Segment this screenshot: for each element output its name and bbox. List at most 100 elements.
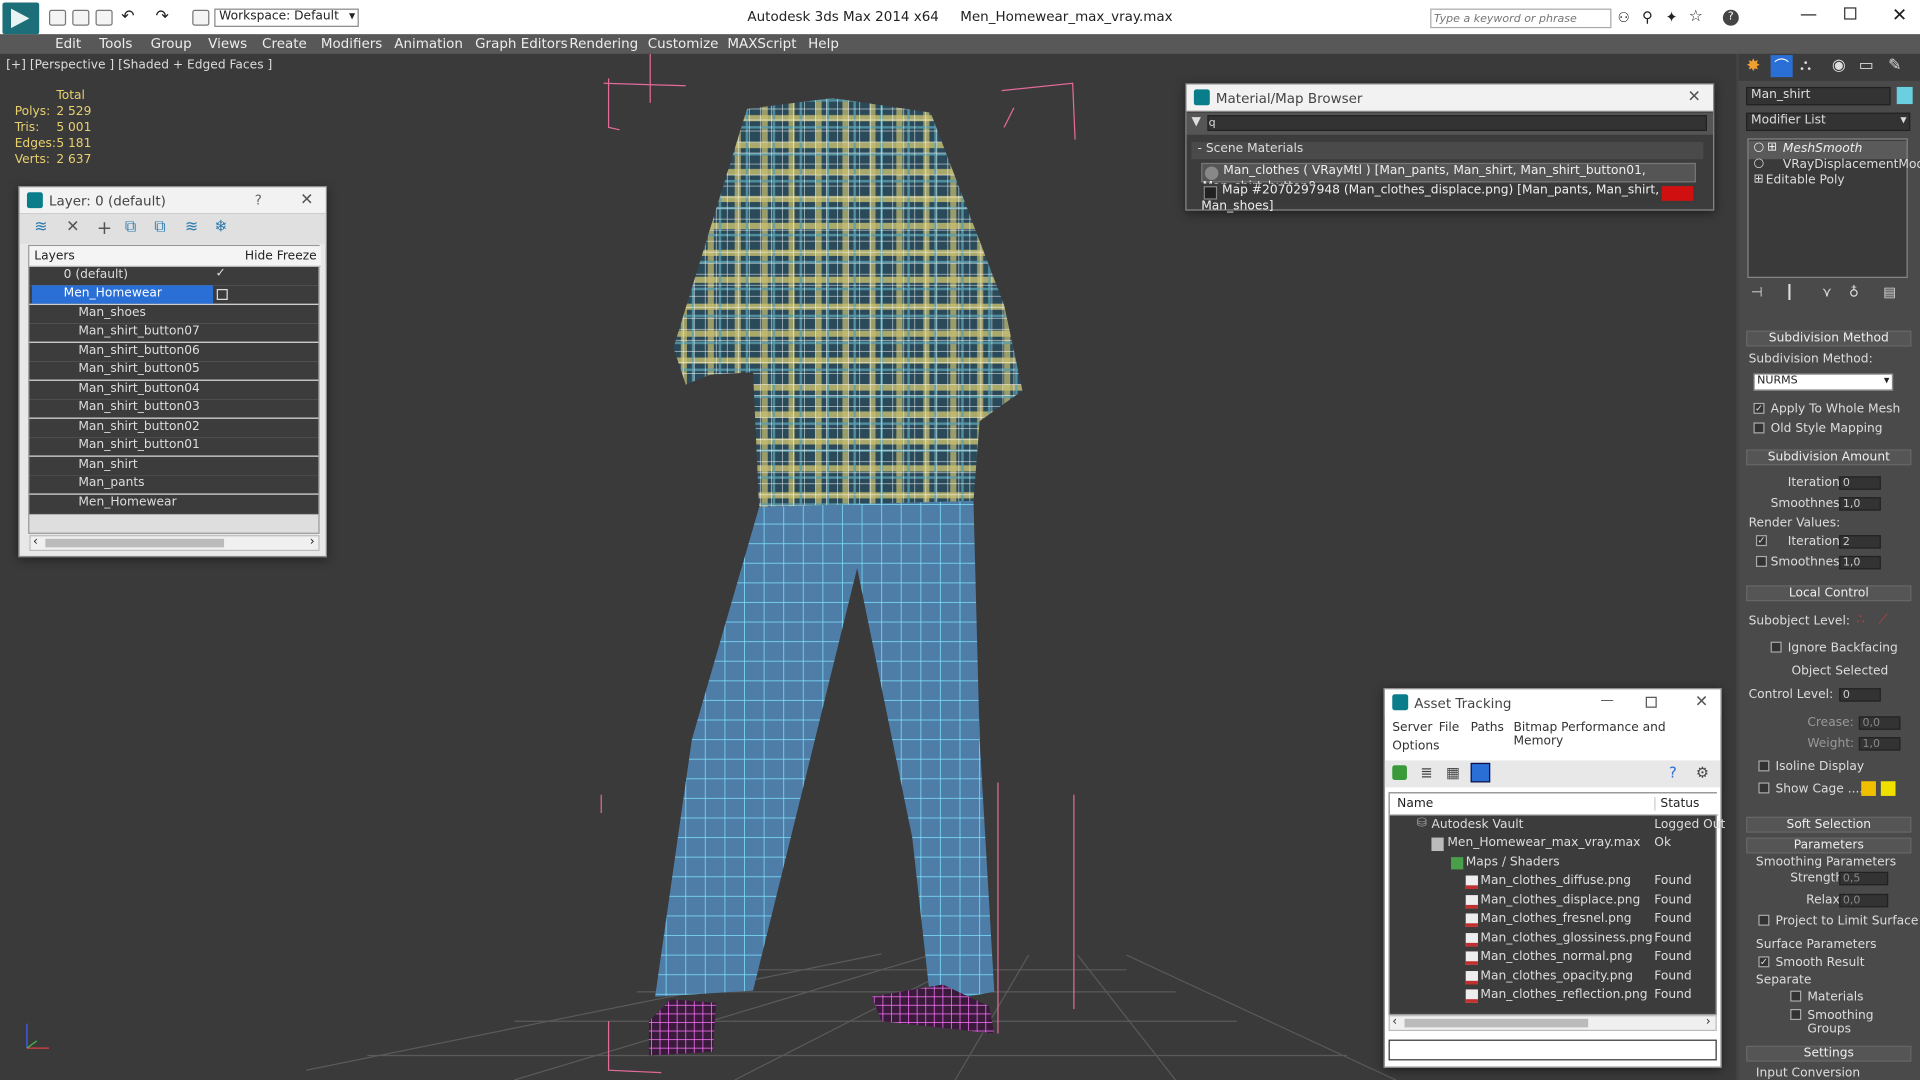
modify-tab-icon[interactable]: ⌒ xyxy=(1770,55,1793,78)
communication-icon[interactable]: ✦ xyxy=(1665,9,1677,26)
menu-views[interactable]: Views xyxy=(208,36,247,52)
asset-row[interactable]: ⛁ Autodesk Vault Logged Out xyxy=(1390,817,1726,835)
smooth-result-checkbox[interactable]: ✓ xyxy=(1758,956,1770,968)
add-to-layer-icon[interactable]: + xyxy=(97,217,112,239)
layer-active-toggle[interactable] xyxy=(216,288,228,301)
asset-path-field[interactable] xyxy=(1388,1039,1717,1061)
minimize-icon[interactable]: — xyxy=(1800,5,1817,25)
close-icon[interactable]: ✕ xyxy=(1892,4,1907,26)
subscription-icon[interactable]: ⚲ xyxy=(1642,9,1653,26)
layer-row[interactable]: Man_shirt_button01 xyxy=(29,437,319,456)
close-icon[interactable]: ✕ xyxy=(1687,88,1700,106)
column-layers[interactable]: Layers xyxy=(34,250,75,263)
hierarchy-tab-icon[interactable]: ⛬ xyxy=(1800,56,1811,74)
project-limit-surface-checkbox[interactable] xyxy=(1758,914,1770,926)
display-tab-icon[interactable]: ▭ xyxy=(1859,56,1874,74)
menu-customize[interactable]: Customize xyxy=(648,36,719,52)
show-cage-checkbox[interactable] xyxy=(1758,782,1770,794)
table-view-icon[interactable]: ▦ xyxy=(1446,764,1460,781)
layer-row[interactable]: Man_shirt_button02 xyxy=(29,418,319,438)
apply-whole-mesh-checkbox[interactable]: ✓ xyxy=(1753,402,1765,414)
render-smoothness-checkbox[interactable] xyxy=(1755,555,1767,567)
layer-row[interactable]: Man_shirt_button05 xyxy=(29,361,319,380)
menu-animation[interactable]: Animation xyxy=(394,36,463,52)
delete-layer-icon[interactable]: ✕ xyxy=(66,218,79,236)
asset-scrollbar[interactable]: ‹ › xyxy=(1388,1015,1717,1032)
search-input[interactable] xyxy=(1433,13,1606,26)
favorites-star-icon[interactable]: ☆ xyxy=(1689,7,1703,25)
menu-help[interactable]: Help xyxy=(808,36,839,52)
subdivision-method-dropdown[interactable]: NURMS ▾ xyxy=(1753,373,1894,391)
create-tab-icon[interactable]: ✸ xyxy=(1746,56,1760,76)
column-status[interactable]: Status xyxy=(1654,797,1699,811)
search-box[interactable] xyxy=(1430,8,1612,29)
menu-maxscript[interactable]: MAXScript xyxy=(727,36,796,52)
edge-level-icon[interactable]: ⟋ xyxy=(1878,611,1887,628)
ignore-backfacing-checkbox[interactable] xyxy=(1770,641,1782,653)
scroll-thumb[interactable] xyxy=(1404,1018,1589,1028)
object-name-field[interactable]: Man_shirt xyxy=(1746,86,1891,106)
layer-row[interactable]: Man_shirt_button03 xyxy=(29,399,319,418)
menu-modifiers[interactable]: Modifiers xyxy=(321,36,382,52)
scroll-left-icon[interactable]: ‹ xyxy=(1392,1015,1397,1028)
layer-row[interactable]: 0 (default) ✓ xyxy=(29,266,319,286)
remove-modifier-icon[interactable]: ♁ xyxy=(1849,284,1859,300)
list-view-icon[interactable]: ≣ xyxy=(1420,764,1432,781)
column-hide[interactable]: Hide xyxy=(245,250,273,263)
asset-row[interactable]: Men_Homewear_max_vray.max Ok xyxy=(1390,835,1716,853)
iterations-spinner[interactable]: 0 xyxy=(1839,476,1881,490)
rollout-subdivision-amount[interactable]: Subdivision Amount xyxy=(1746,449,1912,466)
cage-color-swatch-2[interactable] xyxy=(1880,781,1896,796)
scroll-thumb[interactable] xyxy=(45,538,225,548)
render-iterations-checkbox[interactable]: ✓ xyxy=(1755,535,1767,547)
layer-row[interactable]: Man_shirt_button06 xyxy=(29,342,319,362)
help-icon[interactable]: ? xyxy=(1722,9,1739,26)
crease-spinner[interactable]: 0,0 xyxy=(1858,716,1901,730)
layer-row[interactable]: Man_shoes xyxy=(29,304,319,324)
map-item[interactable]: Map #2070297948 (Man_clothes_displace.pn… xyxy=(1201,183,1696,213)
grid-view-icon[interactable] xyxy=(1470,762,1491,783)
stack-item[interactable]: ⊞ Editable Poly xyxy=(1749,173,1907,191)
maximize-icon[interactable] xyxy=(1645,696,1657,708)
menu-options[interactable]: Options xyxy=(1392,740,1439,753)
layer-list-scrollbar[interactable]: ‹ › xyxy=(29,535,320,552)
menu-create[interactable]: Create xyxy=(262,36,307,52)
menu-graph-editors[interactable]: Graph Editors xyxy=(475,36,567,52)
modifier-list-dropdown[interactable]: Modifier List ▾ xyxy=(1746,112,1911,132)
scroll-right-icon[interactable]: › xyxy=(1706,1015,1711,1028)
options-chevron-icon[interactable]: ▼ xyxy=(1191,115,1200,128)
layer-row[interactable]: Man_shirt_button04 xyxy=(29,380,319,400)
asset-row[interactable]: Man_clothes_displace.png Found xyxy=(1390,893,1716,911)
render-iterations-spinner[interactable]: 2 xyxy=(1839,535,1881,549)
asset-row[interactable]: Man_clothes_diffuse.png Found xyxy=(1390,873,1716,891)
utilities-tab-icon[interactable]: ✎ xyxy=(1888,56,1901,74)
strength-spinner[interactable]: 0,5 xyxy=(1839,871,1889,886)
make-unique-icon[interactable]: ⋎ xyxy=(1822,284,1832,300)
column-name[interactable]: Name xyxy=(1397,797,1433,810)
asset-row[interactable]: Maps / Shaders xyxy=(1390,855,1716,873)
refresh-icon[interactable] xyxy=(1392,765,1407,781)
layer-row[interactable]: Man_shirt xyxy=(29,456,319,476)
smoothing-groups-checkbox[interactable] xyxy=(1790,1008,1802,1021)
asset-row[interactable]: Man_clothes_normal.png Found xyxy=(1390,949,1716,967)
show-end-result-icon[interactable]: ┃ xyxy=(1785,284,1793,300)
material-item[interactable]: Man_clothes ( VRayMtl ) [Man_pants, Man_… xyxy=(1201,162,1696,193)
weight-spinner[interactable]: 1,0 xyxy=(1858,737,1901,751)
control-level-spinner[interactable]: 0 xyxy=(1839,688,1881,702)
highlight-layer-icon[interactable]: ⧉ xyxy=(154,218,165,236)
vault-help-icon[interactable]: ? xyxy=(1669,764,1677,781)
scroll-right-icon[interactable]: › xyxy=(310,535,315,548)
relax-spinner[interactable]: 0,0 xyxy=(1839,893,1889,908)
material-search-input[interactable] xyxy=(1207,115,1707,132)
object-color-swatch[interactable] xyxy=(1896,86,1913,105)
menu-paths[interactable]: Paths xyxy=(1471,721,1504,734)
isoline-display-checkbox[interactable] xyxy=(1758,760,1770,772)
asset-row[interactable]: Man_clothes_glossiness.png Found xyxy=(1390,931,1716,949)
motion-tab-icon[interactable]: ◉ xyxy=(1832,56,1846,74)
asset-row[interactable]: Man_clothes_reflection.png Found xyxy=(1390,987,1716,1005)
rollout-soft-selection[interactable]: Soft Selection xyxy=(1746,816,1912,833)
rollout-parameters[interactable]: Parameters xyxy=(1746,837,1912,854)
vertex-level-icon[interactable]: ∴ xyxy=(1856,611,1865,627)
old-style-mapping-checkbox[interactable] xyxy=(1753,422,1765,434)
select-in-layer-icon[interactable]: ⧉ xyxy=(125,218,136,236)
